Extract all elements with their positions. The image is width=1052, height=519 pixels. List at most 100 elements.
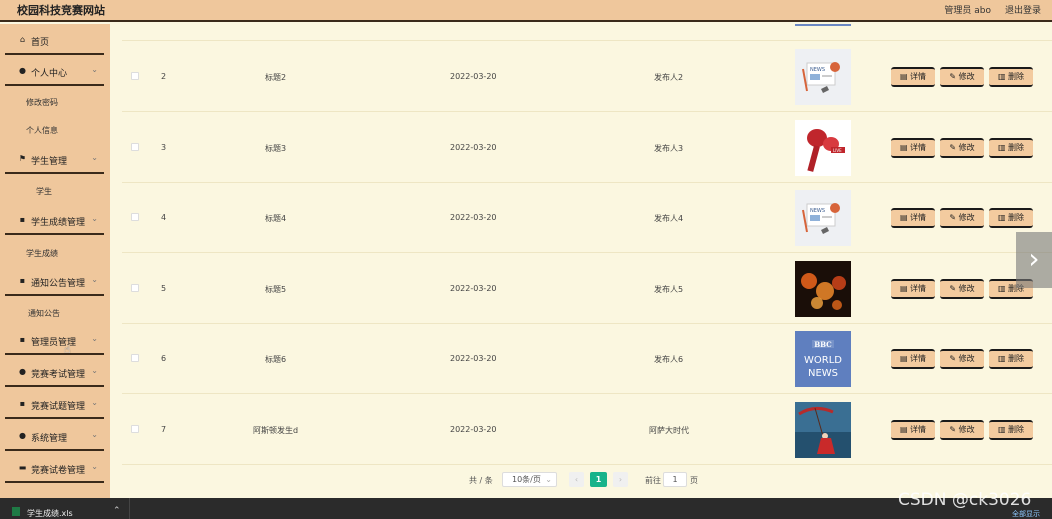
sidebar-item-label: 通知公告管理 [31,279,86,289]
goto-label: 前往 [645,476,661,485]
svg-text:NEWS: NEWS [808,368,838,379]
edit-button[interactable]: ✎ 修改 [940,138,984,158]
row-index: 2 [161,72,167,81]
download-file-name: 学生成绩.xls [27,509,73,518]
sidebar-item-label: 系统管理 [31,434,68,444]
pencil-icon: ✎ [949,354,959,363]
doc-icon: ▤ [899,425,911,434]
doc-icon: ▤ [899,213,911,222]
row-publisher: 发布人5 [654,285,684,294]
edit-button[interactable]: ✎ 修改 [940,67,984,87]
table-row: 6 标题6 2022-03-20 发布人6 BBC WORLD NEWS ▤ 详… [122,324,1052,394]
row-checkbox[interactable] [131,143,139,151]
sidebar-subitem-change-password[interactable]: 修改密码 [26,97,58,108]
trash-icon: ▥ [997,72,1009,81]
detail-button[interactable]: ▤ 详情 [891,208,935,228]
row-thumbnail [795,402,851,458]
row-checkbox[interactable] [131,354,139,362]
sidebar-item-exam-management[interactable]: ● 竞赛考试管理 ⌄ [5,358,104,387]
chevron-down-icon: ⌄ [91,153,98,162]
sidebar-item-personal-center[interactable]: ● 个人中心 ⌄ [5,57,104,86]
logout-link[interactable]: 退出登录 [1005,3,1041,16]
delete-button[interactable]: ▥ 删除 [989,138,1033,158]
sidebar-subitem-personal-info[interactable]: 个人信息 [26,125,58,136]
next-arrow-icon[interactable]: › [1016,232,1052,288]
delete-button[interactable]: ▥ 删除 [989,208,1033,228]
row-checkbox[interactable] [131,72,139,80]
sidebar-item-notice-management[interactable]: ▪ 通知公告管理 ⌄ [5,267,104,296]
row-checkbox[interactable] [131,425,139,433]
page-suffix-label: 页 [690,476,698,485]
table-row [122,24,1052,41]
sidebar-item-admin-management[interactable]: ▪ 管理员管理 ⌄ [5,326,104,355]
trash-icon: ▥ [997,213,1009,222]
chevron-down-icon: ⌄ [91,398,98,407]
sidebar-item-score-management[interactable]: ▪ 学生成绩管理 ⌄ [5,206,104,235]
doc-icon: ▤ [899,72,911,81]
detail-button[interactable]: ▤ 详情 [891,138,935,158]
watermark: CSDN @ck3026 [898,490,1032,510]
row-thumbnail [795,261,851,317]
row-publisher: 发布人2 [654,73,684,82]
page-size-select[interactable]: 10条/页 ⌄ [502,472,557,487]
edit-button[interactable]: ✎ 修改 [940,420,984,440]
sidebar-item-home[interactable]: ⌂ 首页 [5,26,104,55]
chevron-down-icon: ⌄ [545,475,552,484]
row-checkbox[interactable] [131,213,139,221]
sidebar-item-label: 学生成绩管理 [31,218,86,228]
table-row: 3 标题3 2022-03-20 发布人3 LIVE ▤ 详情 ✎ 修改 ▥ 删… [122,113,1052,183]
trash-icon: ▥ [997,284,1009,293]
edit-button[interactable]: ✎ 修改 [940,208,984,228]
delete-button[interactable]: ▥ 删除 [989,420,1033,440]
detail-button[interactable]: ▤ 详情 [891,67,935,87]
row-title: 阿斯顿发生d [253,426,299,435]
sidebar-subitem-student-score[interactable]: 学生成绩 [26,248,58,259]
chevron-down-icon: ⌄ [91,430,98,439]
sidebar-item-system-management[interactable]: ● 系统管理 ⌄ [5,422,104,451]
row-title: 标题5 [265,285,287,294]
user-icon: ● [19,431,26,440]
edit-button[interactable]: ✎ 修改 [940,279,984,299]
edit-button[interactable]: ✎ 修改 [940,349,984,369]
sidebar-item-label: 个人中心 [31,69,68,79]
delete-button[interactable]: ▥ 删除 [989,349,1033,369]
sidebar-item-label: 学生管理 [31,157,68,167]
detail-button[interactable]: ▤ 详情 [891,420,935,440]
trash-icon: ▥ [997,143,1009,152]
row-checkbox[interactable] [131,284,139,292]
delete-button[interactable]: ▥ 删除 [989,67,1033,87]
goto-page-input[interactable]: 1 [663,472,687,487]
home-icon: ⌂ [19,35,26,44]
sidebar-subitem-notice[interactable]: 通知公告 [28,308,60,319]
trash-icon: ▥ [997,425,1009,434]
show-all-link[interactable]: 全部显示 [1012,509,1040,519]
row-date: 2022-03-20 [450,213,497,222]
chevron-down-icon: ⌄ [91,65,98,74]
sidebar: ⌂ 首页 ● 个人中心 ⌄ 修改密码 个人信息 ⚑ 学生管理 ⌄ 学生 ▪ 学生… [0,24,110,498]
pencil-icon: ✎ [949,213,959,222]
sidebar-item-question-management[interactable]: ▪ 竞赛试题管理 ⌄ [5,390,104,419]
row-date: 2022-03-20 [450,284,497,293]
prev-page-button[interactable]: ‹ [569,472,584,487]
row-thumbnail: BBC WORLD NEWS [795,331,851,387]
download-bar: 学生成绩.xls ⌃ 全部显示 [0,498,1052,519]
detail-button[interactable]: ▤ 详情 [891,349,935,369]
row-index: 4 [161,213,167,222]
doc-icon: ▤ [899,284,911,293]
row-date: 2022-03-20 [450,72,497,81]
chevron-up-icon[interactable]: ⌃ [113,506,121,516]
user-icon: ● [19,66,26,75]
row-thumbnail: NEWS [795,190,851,246]
admin-user-label: 管理员 abo [944,6,991,16]
next-page-button[interactable]: › [613,472,628,487]
doc-icon: ▤ [899,143,911,152]
data-table: 2 标题2 2022-03-20 发布人2 NEWS ▤ 详情 ✎ 修改 ▥ 删… [122,24,1052,466]
sidebar-subitem-student[interactable]: 学生 [36,186,52,197]
grid-icon: ▪ [19,215,26,224]
download-item[interactable]: 学生成绩.xls ⌃ [0,498,130,519]
sidebar-item-label: 竞赛试题管理 [31,402,86,412]
page-number-current[interactable]: 1 [590,472,607,487]
row-index: 5 [161,284,167,293]
detail-button[interactable]: ▤ 详情 [891,279,935,299]
sidebar-item-student-management[interactable]: ⚑ 学生管理 ⌄ [5,145,104,174]
